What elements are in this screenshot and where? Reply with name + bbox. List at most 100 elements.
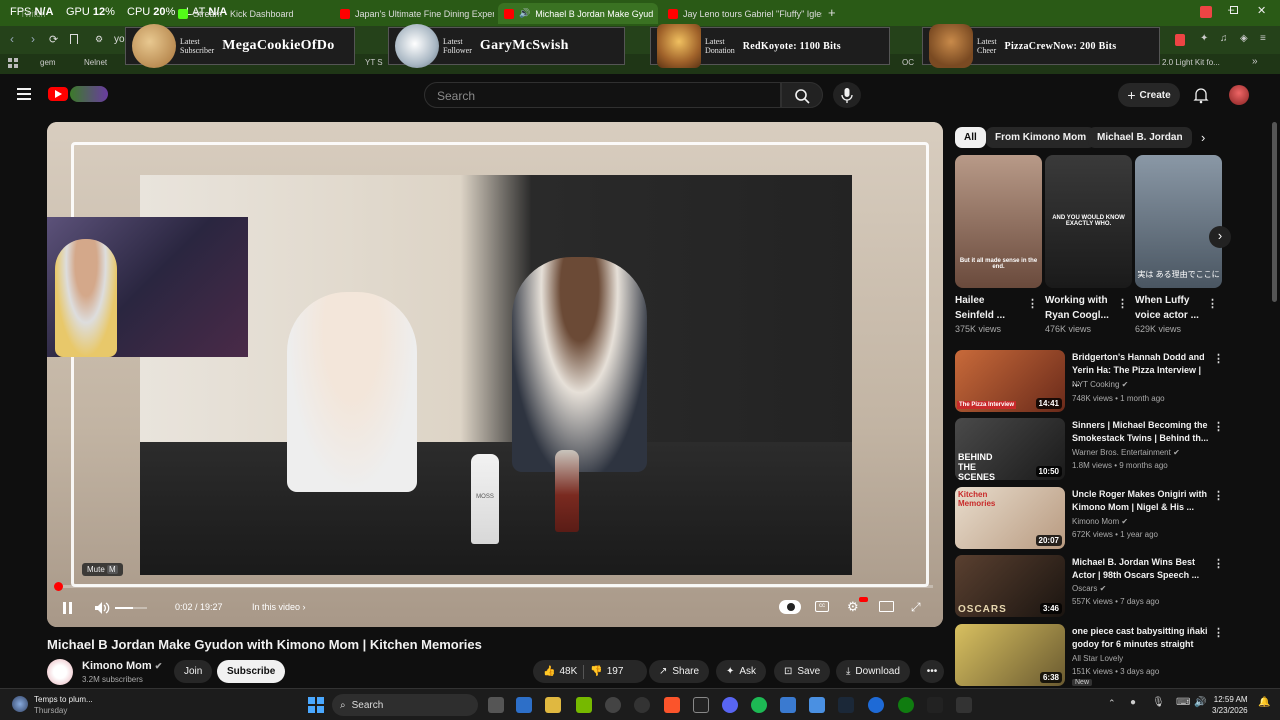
notifications-button[interactable] — [1192, 86, 1210, 104]
miniplayer-icon[interactable] — [879, 601, 894, 612]
bookmark-icon[interactable] — [70, 34, 78, 44]
chapter-button[interactable]: In this video › — [252, 602, 306, 612]
bookmark-light-kit[interactable]: 2.0 Light Kit fo... — [1162, 58, 1220, 67]
bookmark-yt[interactable]: YT S — [365, 58, 383, 67]
microphone-icon[interactable]: 🎙 — [1152, 697, 1165, 708]
voice-search-button[interactable] — [833, 82, 861, 108]
create-button[interactable]: + Create — [1118, 83, 1180, 107]
chip-all[interactable]: All — [955, 127, 986, 148]
more-bookmarks-icon[interactable]: » — [1252, 56, 1258, 67]
hamburger-menu-icon[interactable] — [17, 88, 31, 100]
more-vertical-icon[interactable]: ⋮ — [1027, 297, 1038, 310]
video-thumbnail[interactable]: Kitchen Memories 20:07 — [955, 487, 1065, 549]
short-title[interactable]: Working with Ryan Coogl... — [1045, 293, 1115, 323]
page-scrollbar[interactable] — [1272, 122, 1277, 302]
tab-michael-b-jordan[interactable]: 🔊 Michael B Jordan Make Gyud ✕ — [498, 3, 658, 24]
video-title-link[interactable]: one piece cast babysitting iñaki godoy f… — [1072, 625, 1210, 651]
brave-shield-icon[interactable] — [1175, 34, 1185, 46]
site-info-icon[interactable]: ⚙ — [95, 34, 103, 45]
video-player[interactable]: MOSS Mute M 0:02 / 19:27 In this video ›… — [47, 122, 943, 627]
captions-icon[interactable]: cc — [815, 601, 829, 612]
more-vertical-icon[interactable]: ⋮ — [1117, 297, 1128, 310]
steam-icon[interactable] — [838, 697, 854, 713]
reload-icon[interactable]: ⟳ — [49, 33, 58, 46]
channel-link[interactable]: All Star Lovely — [1072, 654, 1123, 663]
channel-avatar[interactable] — [47, 659, 73, 685]
avatar[interactable] — [1229, 85, 1249, 105]
more-vertical-icon[interactable]: ⋮ — [1213, 489, 1224, 502]
search-input[interactable]: Search — [424, 82, 781, 108]
brave-browser-icon[interactable] — [664, 697, 680, 713]
ask-button[interactable]: ✦ Ask — [716, 660, 767, 683]
settings-icon[interactable] — [634, 697, 650, 713]
app-icon[interactable] — [516, 697, 532, 713]
xbox-icon[interactable] — [898, 697, 914, 713]
channel-name[interactable]: Kimono Mom ✔ — [82, 660, 162, 672]
music-icon[interactable]: ♫ — [1220, 33, 1228, 44]
short-thumbnail[interactable]: But it all made sense in the end. — [955, 155, 1042, 288]
maximize-button[interactable] — [1230, 6, 1238, 14]
volume-slider[interactable] — [115, 607, 147, 609]
github-icon[interactable] — [693, 697, 709, 713]
like-button[interactable]: 👍 48K — [543, 666, 577, 677]
chips-next-icon[interactable]: › — [1201, 130, 1205, 145]
close-window-button[interactable]: ✕ — [1257, 4, 1266, 17]
obs-icon[interactable] — [605, 697, 621, 713]
video-thumbnail[interactable]: 6:38 — [955, 624, 1065, 686]
more-vertical-icon[interactable]: ⋮ — [1207, 297, 1218, 310]
task-view-icon[interactable] — [488, 697, 504, 713]
menu-icon[interactable]: ≡ — [1260, 33, 1266, 44]
windows-start-icon[interactable] — [308, 697, 324, 713]
tab-jay-leno[interactable]: Jay Leno tours Gabriel "Fluffy" Iglesia — [662, 3, 822, 24]
dislike-button[interactable]: 👎 197 — [590, 666, 623, 677]
file-explorer-icon[interactable] — [545, 697, 561, 713]
tab-kick-dashboard[interactable]: Stream - Kick Dashboard — [172, 3, 327, 24]
short-title[interactable]: Hailee Seinfeld ... — [955, 293, 1025, 323]
video-thumbnail[interactable]: OSCARS 3:46 — [955, 555, 1065, 617]
youtube-logo-icon[interactable] — [48, 87, 68, 101]
more-vertical-icon[interactable]: ⋮ — [1213, 352, 1224, 365]
channel-link[interactable]: Warner Bros. Entertainment ✔ — [1072, 448, 1180, 457]
spotify-icon[interactable] — [751, 697, 767, 713]
more-vertical-icon[interactable]: ⋮ — [1213, 557, 1224, 570]
battlenet-icon[interactable] — [868, 697, 884, 713]
channel-link[interactable]: Kimono Mom ✔ — [1072, 517, 1128, 526]
speaker-icon[interactable]: 🔊 — [1194, 697, 1206, 708]
notepad-icon[interactable] — [809, 697, 825, 713]
extension-icon[interactable] — [1200, 6, 1212, 18]
new-tab-button[interactable]: + — [828, 5, 836, 20]
tab-twitch[interactable]: Twitch — [14, 3, 54, 24]
progress-bar[interactable] — [57, 585, 933, 588]
nvidia-icon[interactable] — [576, 697, 592, 713]
volume-button[interactable] — [93, 600, 111, 616]
fullscreen-icon[interactable]: ⤢ — [911, 600, 921, 615]
back-icon[interactable]: ‹ — [10, 32, 14, 46]
chip-from-kimono-mom[interactable]: From Kimono Mom — [986, 127, 1096, 148]
short-thumbnail[interactable]: 実は ある理由でここに — [1135, 155, 1222, 288]
channel-link[interactable]: NYT Cooking ✔ — [1072, 380, 1128, 389]
forward-icon[interactable]: › — [31, 32, 35, 46]
extensions-icon[interactable]: ✦ — [1200, 33, 1208, 44]
short-thumbnail[interactable]: AND YOU WOULD KNOW EXACTLY WHO. — [1045, 155, 1132, 288]
shield-icon[interactable]: ◈ — [1240, 33, 1248, 44]
app-icon[interactable] — [780, 697, 796, 713]
subscribe-button[interactable]: Subscribe — [217, 660, 286, 683]
short-title[interactable]: When Luffy voice actor ... — [1135, 293, 1205, 323]
save-button[interactable]: ⊡ Save — [774, 660, 831, 683]
bookmark-nelnet[interactable]: Nelnet — [84, 58, 107, 67]
video-title-link[interactable]: Michael B. Jordan Wins Best Actor | 98th… — [1072, 556, 1210, 582]
taskbar-search[interactable]: ⌕ Search — [332, 694, 478, 716]
download-button[interactable]: ⤓ Download — [836, 660, 910, 683]
weather-widget[interactable]: Temps to plum... Thursday — [34, 694, 93, 716]
chip-michael-b-jordan[interactable]: Michael B. Jordan — [1088, 127, 1192, 148]
settings-gear-icon[interactable]: ⚙ — [847, 599, 859, 615]
apps-icon[interactable] — [8, 58, 18, 68]
clock[interactable]: 12:59 AM 3/23/2026 — [1212, 694, 1248, 716]
more-vertical-icon[interactable]: ⋮ — [1213, 626, 1224, 639]
share-button[interactable]: ↗ Share — [649, 660, 710, 683]
network-icon[interactable]: ⌨ — [1176, 697, 1190, 708]
discord-icon[interactable] — [722, 697, 738, 713]
channel-link[interactable]: Oscars ✔ — [1072, 584, 1106, 593]
video-title-link[interactable]: Sinners | Michael Becoming the Smokestac… — [1072, 419, 1210, 445]
app-icon[interactable] — [956, 697, 972, 713]
